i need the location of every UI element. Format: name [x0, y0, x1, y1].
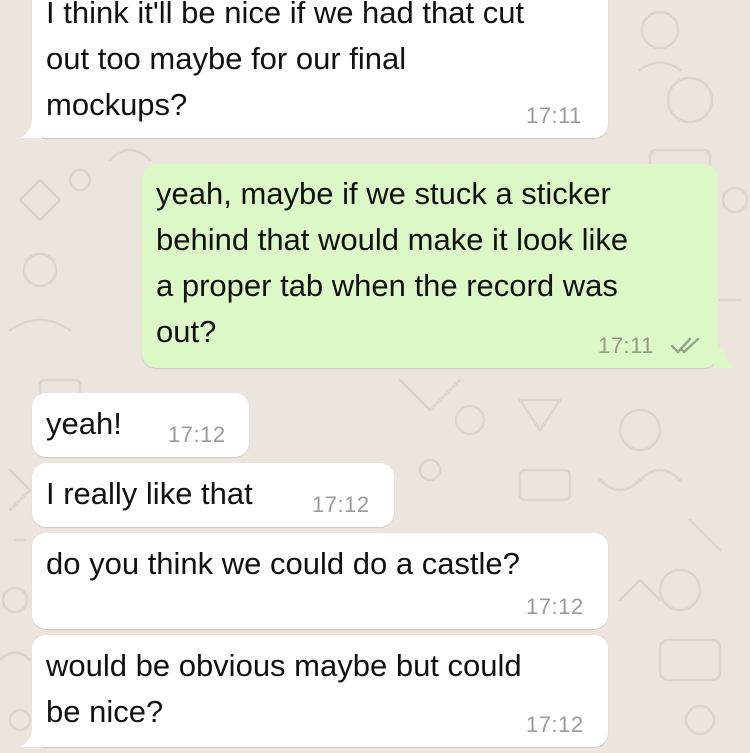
- bubble-tail-incoming: [20, 118, 42, 138]
- message-bubble-outgoing[interactable]: yeah, maybe if we stuck a sticker behind…: [142, 164, 718, 368]
- message-timestamp: 17:12: [168, 422, 226, 447]
- message-bubble-incoming[interactable]: I think it'll be nice if we had that cut…: [32, 0, 608, 138]
- message-text: I really like that: [46, 476, 253, 511]
- message-text: I think it'll be nice if we had that cut…: [46, 0, 525, 122]
- message-timestamp: 17:12: [526, 594, 584, 619]
- message-timestamp: 17:11: [526, 103, 582, 128]
- message-text: do you think we could do a castle?: [46, 546, 520, 581]
- message-text: would be obvious maybe but could be nice…: [46, 648, 522, 729]
- message-timestamp: 17:11: [598, 333, 654, 358]
- bubble-tail-incoming: [20, 727, 42, 747]
- message-bubble-incoming[interactable]: would be obvious maybe but could be nice…: [32, 635, 608, 747]
- message-bubble-incoming[interactable]: yeah! 17:12: [32, 393, 249, 457]
- message-timestamp: 17:12: [312, 492, 370, 517]
- read-double-check-icon: [670, 337, 700, 354]
- message-bubble-incoming[interactable]: I really like that 17:12: [32, 463, 394, 527]
- message-timestamp: 17:12: [526, 712, 584, 737]
- message-bubble-incoming[interactable]: do you think we could do a castle? 17:12: [32, 533, 608, 629]
- bubble-tail-outgoing: [714, 348, 736, 368]
- message-text: yeah, maybe if we stuck a sticker behind…: [156, 176, 629, 349]
- message-text: yeah!: [46, 406, 122, 441]
